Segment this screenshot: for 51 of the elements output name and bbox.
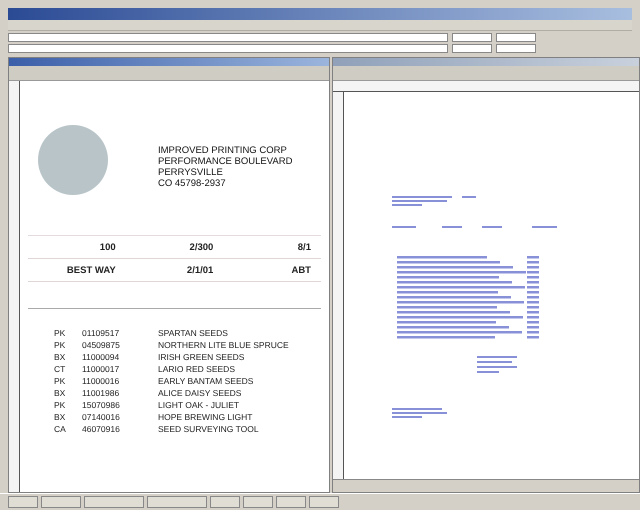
description-cell-text: NORTHERN LITE BLUE SPRUCE [158, 339, 290, 351]
description-cell-text: LIGHT OAK - JULIET [158, 399, 240, 411]
taskbar-button[interactable] [309, 496, 339, 508]
dropdown-field[interactable] [8, 33, 448, 42]
item-number-cell-text: 01109517 [82, 327, 120, 339]
unit-cell-text: CA [54, 423, 67, 435]
field-value: 2/1/01 [186, 264, 214, 276]
field-value: 2/300 [190, 242, 214, 252]
taskbar-button[interactable] [243, 496, 273, 508]
description-cell-text: SEED SURVEYING TOOL [158, 423, 260, 435]
description-cell-text: IRISH GREEN SEEDS [158, 351, 246, 363]
field-value: 8/1 [298, 242, 312, 252]
taskbar-button[interactable] [210, 496, 240, 508]
taskbar-button[interactable] [84, 496, 144, 508]
description-cell-text: EARLY BANTAM SEEDS [158, 375, 254, 387]
unit-cell-text: PK [54, 339, 66, 351]
address-line: PERFORMANCE BOULEVARD [158, 156, 292, 167]
start-button[interactable] [8, 496, 38, 508]
field-value: BEST WAY [66, 264, 117, 276]
input-field[interactable] [452, 44, 492, 53]
unit-cell-text: BX [54, 387, 66, 399]
item-number-cell-text: 04509875 [82, 339, 121, 351]
dropdown-field[interactable] [8, 44, 448, 53]
field-value: ABT [291, 264, 312, 276]
description-cell-text: HOPE BREWING LIGHT [158, 411, 254, 423]
input-field[interactable] [452, 33, 492, 42]
address-line: IMPROVED PRINTING CORP [158, 145, 288, 156]
unit-cell-text: PK [54, 327, 66, 339]
unit-cell-text: PK [54, 399, 66, 411]
unit-cell-text: CT [54, 363, 66, 375]
item-number-cell-text: 11000017 [82, 363, 120, 375]
item-number-cell-text: 07140016 [82, 411, 121, 423]
taskbar-button[interactable] [147, 496, 207, 508]
dropdown-field[interactable] [496, 33, 536, 42]
address-line: CO 45798-2937 [158, 178, 227, 189]
item-number-cell-text: 46070916 [82, 423, 121, 435]
description-cell-text: LARIO RED SEEDS [158, 363, 236, 375]
unit-cell-text: PK [54, 375, 66, 387]
address-line: PERRYSVILLE [158, 167, 224, 178]
dropdown-field[interactable] [496, 44, 536, 53]
item-number-cell-text: 11000094 [82, 351, 120, 363]
item-number-cell-text: 11000016 [82, 375, 120, 387]
description-cell-text: SPARTAN SEEDS [158, 327, 229, 339]
unit-cell-text: BX [54, 351, 66, 363]
unit-cell-text: BX [54, 411, 66, 423]
field-value: 100 [100, 242, 117, 252]
taskbar-button[interactable] [41, 496, 81, 508]
taskbar-button[interactable] [276, 496, 306, 508]
item-number-cell-text: 15070986 [82, 399, 121, 411]
description-cell-text: ALICE DAISY SEEDS [158, 387, 242, 399]
item-number-cell-text: 11001986 [82, 387, 120, 399]
